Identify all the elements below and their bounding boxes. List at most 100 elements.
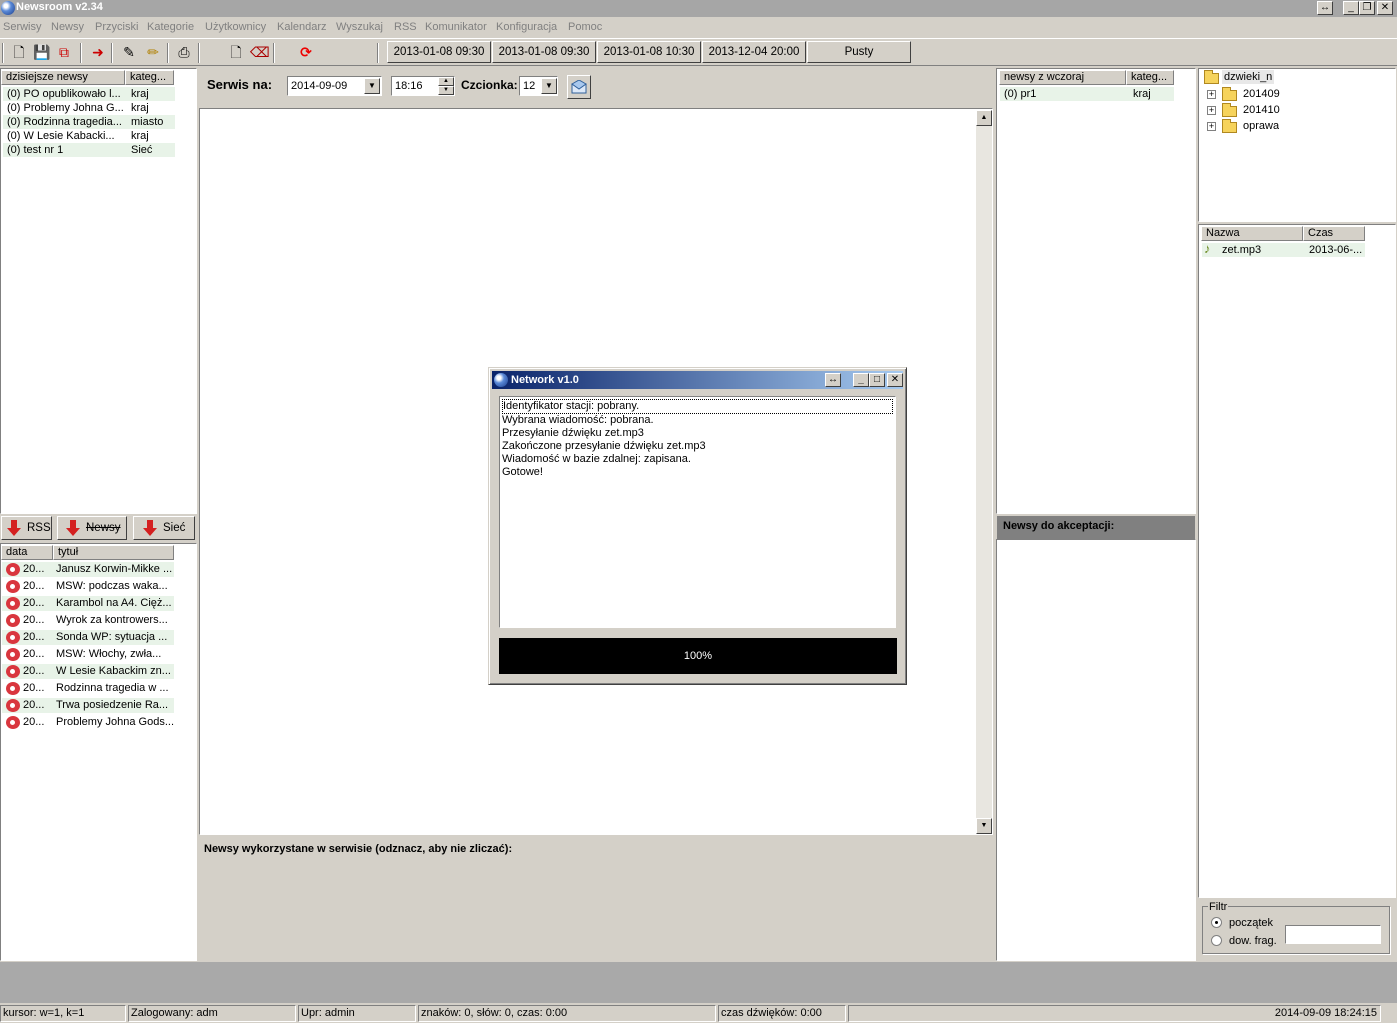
column-header-date[interactable]: data [1, 545, 53, 560]
menu-serwisy[interactable]: Serwisy [3, 21, 42, 33]
feed-date: 20... [23, 648, 45, 660]
restore-button[interactable]: ❐ [1359, 1, 1375, 15]
maximize-button[interactable]: □ [869, 373, 885, 387]
column-header-time[interactable]: Czas [1303, 226, 1365, 241]
export-icon[interactable]: ➜ [90, 44, 106, 60]
accept-news-list[interactable] [996, 539, 1196, 961]
copy-icon[interactable]: ⧉ [56, 44, 72, 60]
folder-item[interactable]: 201410 [1243, 103, 1280, 117]
chevron-down-icon[interactable]: ▼ [364, 78, 380, 94]
menu-kalendarz[interactable]: Kalendarz [277, 21, 327, 33]
table-row[interactable]: 20... W Lesie Kabackim zn... [2, 664, 174, 679]
refresh-icon[interactable]: ⟳ [298, 44, 314, 60]
dialog-title-bar[interactable]: Network v1.0 ↔ _ □ ✕ [492, 371, 903, 389]
feed-item-icon [6, 563, 20, 576]
resize-icon[interactable]: ↔ [1317, 1, 1333, 15]
progress-label: 100% [683, 650, 713, 662]
new-document-icon[interactable]: 🗋 [11, 44, 27, 60]
table-row[interactable]: 20... MSW: Włochy, zwła... [2, 647, 174, 662]
column-header-yesterday-news[interactable]: newsy z wczoraj [999, 70, 1126, 85]
scroll-down-icon[interactable]: ▼ [976, 818, 992, 834]
menu-rss[interactable]: RSS [394, 21, 417, 33]
newsy-button[interactable]: Newsy [57, 516, 127, 540]
close-button[interactable]: ✕ [1377, 1, 1393, 15]
spin-up-icon[interactable]: ▲ [438, 77, 454, 86]
menu-komunikator[interactable]: Komunikator [425, 21, 487, 33]
dialog-log[interactable]: Identyfikator stacji: pobrany. Wybrana w… [499, 396, 896, 628]
blank-page-icon[interactable]: 🗋 [228, 44, 244, 60]
expand-icon[interactable]: + [1207, 122, 1216, 131]
send-mail-button[interactable] [567, 75, 591, 99]
close-button[interactable]: ✕ [887, 373, 903, 387]
service-date-picker[interactable]: 2014-09-09 ▼ [287, 76, 382, 96]
eraser-icon[interactable]: ⌫ [250, 44, 270, 60]
list-item[interactable]: (0) W Lesie Kabacki... kraj [3, 129, 175, 143]
service-header: Serwis na: 2014-09-09 ▼ 18:16 ▲ ▼ Czcion… [199, 68, 995, 108]
expand-icon[interactable]: + [1207, 90, 1216, 99]
table-row[interactable]: 20... Trwa posiedzenie Ra... [2, 698, 174, 713]
folder-root[interactable]: dzwieki_n [1222, 70, 1275, 84]
editor-scrollbar[interactable]: ▲ ▼ [976, 110, 992, 834]
radio-fragment[interactable] [1211, 935, 1222, 946]
menu-uzytkownicy[interactable]: Użytkownicy [205, 21, 266, 33]
toolbar-separator [198, 43, 200, 63]
table-row[interactable]: 20... Sonda WP: sytuacja ... [2, 630, 174, 645]
font-size-select[interactable]: 12 ▼ [519, 76, 558, 96]
scroll-up-icon[interactable]: ▲ [976, 110, 992, 126]
radio-poczatek[interactable] [1211, 917, 1222, 928]
minimize-button[interactable]: _ [853, 373, 869, 387]
table-row[interactable]: 20... MSW: podczas waka... [2, 579, 174, 594]
save-icon[interactable]: 💾 [33, 44, 50, 60]
menu-newsy[interactable]: Newsy [51, 21, 84, 33]
folder-item[interactable]: oprawa [1243, 119, 1279, 133]
siec-button[interactable]: Sieć [133, 516, 195, 540]
menu-przyciski[interactable]: Przyciski [95, 21, 138, 33]
down-arrow-icon [66, 520, 80, 536]
service-time-input[interactable]: 18:16 ▲ ▼ [391, 76, 455, 96]
column-header-name[interactable]: Nazwa [1201, 226, 1303, 241]
list-item[interactable]: (0) PO opublikowało l... kraj [3, 87, 175, 101]
minimize-button[interactable]: _ [1343, 1, 1359, 15]
list-item[interactable]: (0) test nr 1 Sieć [3, 143, 175, 157]
log-line: Wiadomość w bazie zdalnej: zapisana. [502, 453, 691, 465]
menu-wyszukaj[interactable]: Wyszukaj [336, 21, 383, 33]
schedule-button-4[interactable]: 2013-12-04 20:00 [702, 41, 806, 63]
list-item[interactable]: ♪ zet.mp3 2013-06-... [1202, 243, 1365, 257]
log-line: Przesyłanie dźwięku zet.mp3 [502, 427, 644, 439]
schedule-button-3[interactable]: 2013-01-08 10:30 [597, 41, 701, 63]
feed-item-icon [6, 665, 20, 678]
schedule-button-1[interactable]: 2013-01-08 09:30 [387, 41, 491, 63]
file-list[interactable]: Nazwa Czas ♪ zet.mp3 2013-06-... [1198, 224, 1396, 898]
schedule-button-empty[interactable]: Pusty [807, 41, 911, 63]
filter-input[interactable] [1285, 925, 1381, 944]
pencil-icon[interactable]: ✏ [145, 44, 161, 60]
menu-pomoc[interactable]: Pomoc [568, 21, 602, 33]
menu-konfiguracja[interactable]: Konfiguracja [496, 21, 557, 33]
list-item[interactable]: (0) Problemy Johna G... kraj [3, 101, 175, 115]
table-row[interactable]: 20... Rodzinna tragedia w ... [2, 681, 174, 696]
column-header-title[interactable]: tytuł [53, 545, 174, 560]
column-header-category[interactable]: kateg... [1126, 70, 1174, 85]
chevron-down-icon[interactable]: ▼ [541, 78, 557, 94]
table-row[interactable]: 20... Wyrok za kontrowers... [2, 613, 174, 628]
table-row[interactable]: 20... Karambol na A4. Cięż... [2, 596, 174, 611]
edit-icon[interactable]: ✎ [121, 44, 137, 60]
table-row[interactable]: 20... Problemy Johna Gods... [2, 715, 174, 730]
bottom-band [0, 962, 1397, 1003]
spin-down-icon[interactable]: ▼ [438, 86, 454, 95]
today-news-list[interactable]: dzisiejsze newsy kateg... (0) PO opublik… [0, 68, 197, 514]
list-item[interactable]: (0) pr1 kraj [1000, 87, 1174, 101]
folder-item[interactable]: 201409 [1243, 87, 1280, 101]
rss-button[interactable]: RSS [1, 516, 52, 540]
resize-icon[interactable]: ↔ [825, 373, 841, 387]
yesterday-news-list[interactable]: newsy z wczoraj kateg... (0) pr1 kraj [996, 68, 1196, 514]
column-header-today-news[interactable]: dzisiejsze newsy [1, 70, 125, 85]
expand-icon[interactable]: + [1207, 106, 1216, 115]
schedule-button-2[interactable]: 2013-01-08 09:30 [492, 41, 596, 63]
table-row[interactable]: 20... Janusz Korwin-Mikke ... [2, 562, 174, 577]
folder-tree[interactable]: dzwieki_n + 201409 + 201410 + oprawa [1198, 68, 1396, 222]
list-item[interactable]: (0) Rodzinna tragedia... miasto [3, 115, 175, 129]
menu-kategorie[interactable]: Kategorie [147, 21, 194, 33]
print-icon[interactable]: ⎙ [176, 44, 192, 60]
column-header-category[interactable]: kateg... [125, 70, 174, 85]
